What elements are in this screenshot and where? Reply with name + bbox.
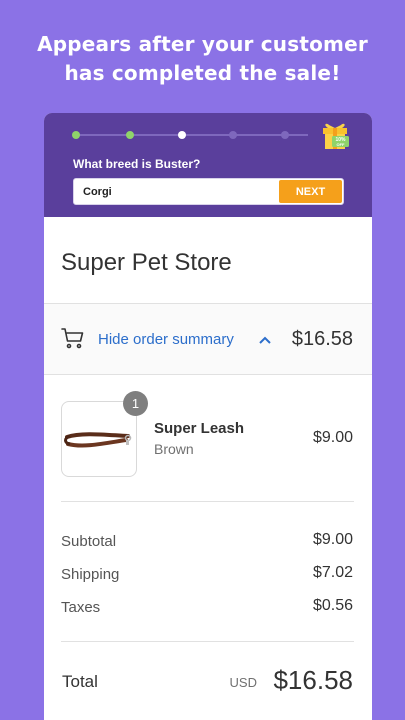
quantity-badge: 1 bbox=[123, 391, 148, 416]
store-name: Super Pet Store bbox=[61, 249, 232, 276]
taxes-label: Taxes bbox=[61, 599, 101, 616]
total-amount: $16.58 bbox=[273, 665, 353, 695]
product-variant: Brown bbox=[154, 441, 194, 457]
progress-step bbox=[178, 131, 186, 139]
gift-icon: 10% OFF bbox=[323, 123, 349, 149]
divider bbox=[44, 374, 372, 375]
progress-step bbox=[126, 131, 134, 139]
total-label: Total bbox=[62, 672, 98, 691]
checkout-card: 10% OFF What breed is Buster? Corgi NEXT… bbox=[44, 113, 372, 720]
subtotal-label: Subtotal bbox=[61, 533, 117, 550]
survey-answer-field[interactable]: Corgi NEXT bbox=[73, 178, 344, 205]
total-currency: USD bbox=[229, 675, 257, 690]
cart-icon bbox=[61, 328, 84, 349]
product-price: $9.00 bbox=[312, 429, 353, 446]
progress-step bbox=[229, 131, 237, 139]
product-image bbox=[61, 401, 137, 477]
divider bbox=[61, 501, 354, 502]
hide-order-summary-link[interactable]: Hide order summary bbox=[98, 331, 234, 348]
divider bbox=[61, 641, 354, 642]
progress-step bbox=[281, 131, 289, 139]
promo-headline: Appears after your customer has complete… bbox=[0, 30, 405, 88]
chevron-up-icon[interactable] bbox=[258, 333, 272, 347]
survey-question: What breed is Buster? bbox=[73, 157, 201, 171]
svg-text:OFF: OFF bbox=[337, 142, 346, 147]
promo-headline-line1: Appears after your customer bbox=[37, 32, 368, 56]
leash-icon bbox=[64, 432, 132, 448]
product-name: Super Leash bbox=[154, 420, 245, 437]
shipping-value: $7.02 bbox=[312, 564, 353, 581]
shipping-label: Shipping bbox=[61, 566, 120, 583]
survey-answer-value: Corgi bbox=[83, 186, 112, 198]
post-purchase-survey: 10% OFF What breed is Buster? Corgi NEXT bbox=[44, 113, 372, 217]
survey-progress bbox=[72, 131, 308, 139]
subtotal-value: $9.00 bbox=[312, 531, 353, 548]
next-button[interactable]: NEXT bbox=[279, 180, 342, 203]
summary-total: $16.58 bbox=[291, 328, 353, 350]
promo-headline-line2: has completed the sale! bbox=[64, 61, 341, 85]
progress-step bbox=[72, 131, 80, 139]
taxes-value: $0.56 bbox=[312, 597, 353, 614]
